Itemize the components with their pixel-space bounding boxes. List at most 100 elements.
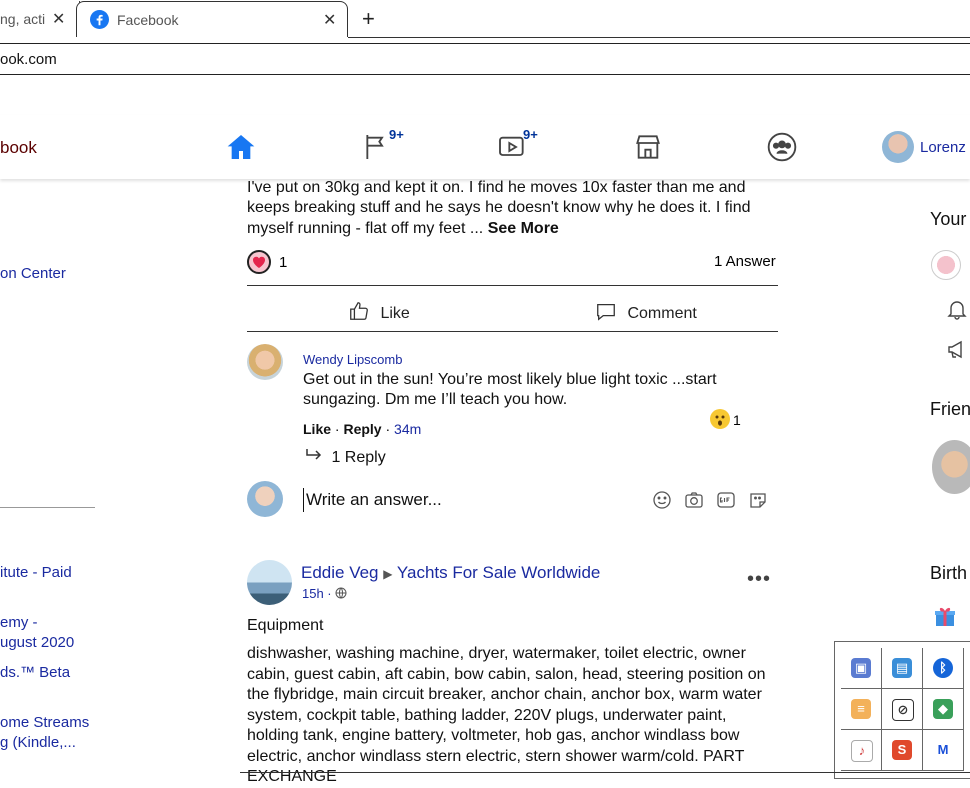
- question-text-line: myself running - flat off my feet ... Se…: [247, 219, 559, 240]
- shield-app-icon[interactable]: ▣: [841, 648, 882, 689]
- comment-label: Comment: [627, 304, 697, 322]
- commenter-avatar[interactable]: [247, 344, 283, 380]
- sticker-icon[interactable]: [748, 490, 768, 515]
- comment-like-link[interactable]: Like: [303, 421, 331, 437]
- answer-input[interactable]: [303, 488, 636, 512]
- commenter-name[interactable]: Wendy Lipscomb: [303, 352, 402, 367]
- separator: ·: [381, 421, 395, 437]
- flag-icon[interactable]: 9+: [362, 127, 404, 168]
- tab-facebook[interactable]: Facebook ✕: [76, 1, 348, 37]
- question-text-line: I've put on 30kg and kept it on. I find …: [247, 179, 746, 196]
- thumbs-up-icon: [348, 300, 370, 327]
- tab-label: ng, acti: [0, 11, 46, 27]
- profile-avatar[interactable]: [882, 131, 914, 163]
- notification-badge: 9+: [389, 127, 404, 142]
- gif-icon[interactable]: [716, 490, 736, 515]
- tray-glyph: ▣: [851, 658, 871, 678]
- emoji-icon[interactable]: [652, 490, 672, 515]
- post-options-icon[interactable]: •••: [747, 568, 771, 591]
- left-shortcut-link[interactable]: ome Streams: [0, 714, 89, 731]
- comment-actions: Like · Reply · 34m: [303, 421, 421, 437]
- reaction-count[interactable]: 1: [279, 254, 287, 271]
- malwarebytes-icon[interactable]: M: [923, 730, 964, 771]
- audio-app-icon[interactable]: ♪: [841, 730, 882, 771]
- tab-strip-divider: [348, 37, 970, 38]
- tray-glyph: ≡: [851, 699, 871, 719]
- left-shortcut-link[interactable]: emy -: [0, 614, 38, 631]
- comment-text: Get out in the sun! You’re most likely b…: [303, 371, 717, 408]
- view-replies-link[interactable]: 1 Reply: [305, 447, 386, 468]
- comment-reply-link[interactable]: Reply: [343, 421, 381, 437]
- left-shortcut-link[interactable]: g (Kindle,...: [0, 734, 76, 751]
- tray-glyph: ⊘: [892, 699, 914, 721]
- gift-icon: [933, 604, 957, 633]
- monitor-app-icon[interactable]: ▤: [882, 648, 923, 689]
- answers-count-link[interactable]: 1 Answer: [714, 253, 776, 270]
- like-button[interactable]: Like: [348, 300, 410, 327]
- post-meta: 15h ·: [302, 586, 347, 602]
- right-section-label: Your: [930, 209, 967, 229]
- post-body: dishwasher, washing machine, dryer, wate…: [247, 645, 766, 785]
- divider: [247, 285, 778, 286]
- globe-icon: [335, 587, 347, 602]
- left-shortcut-link[interactable]: ugust 2020: [0, 634, 74, 651]
- tab-close-icon[interactable]: ✕: [52, 9, 65, 29]
- post-timestamp[interactable]: 15h ·: [302, 586, 335, 601]
- left-shortcut-link[interactable]: ds.™ Beta: [0, 664, 70, 681]
- separator: ·: [331, 421, 344, 437]
- dropbox-icon[interactable]: ≡: [841, 689, 882, 730]
- facebook-favicon-icon: [90, 10, 109, 32]
- left-divider: [0, 507, 95, 508]
- tray-glyph: ◆: [933, 699, 953, 719]
- home-icon[interactable]: [225, 131, 257, 168]
- browser-tab-strip: ng, acti ✕ Facebook ✕ +: [0, 0, 970, 38]
- new-tab-button[interactable]: +: [362, 6, 375, 32]
- heart-reaction-icon: [247, 250, 271, 274]
- network-icon[interactable]: ◆: [923, 689, 964, 730]
- like-label: Like: [380, 304, 410, 322]
- comment-button[interactable]: Comment: [595, 300, 697, 327]
- question-text-line: keeps breaking stuff and he says he does…: [247, 199, 751, 216]
- notification-badge: 9+: [523, 127, 538, 142]
- poster-avatar[interactable]: [247, 560, 292, 605]
- my-avatar[interactable]: [247, 481, 283, 517]
- s-app-icon[interactable]: S: [882, 730, 923, 771]
- comment-timestamp[interactable]: 34m: [394, 421, 421, 437]
- camera-icon[interactable]: [684, 490, 704, 515]
- comment-icon: [595, 300, 617, 327]
- tray-glyph: ▤: [892, 658, 912, 678]
- tray-glyph: M: [933, 740, 953, 760]
- tab-close-icon[interactable]: ✕: [323, 10, 336, 30]
- tab-inactive[interactable]: ng, acti ✕: [0, 1, 80, 37]
- divider: [247, 331, 778, 332]
- marketplace-icon[interactable]: [632, 131, 664, 168]
- url-text[interactable]: ook.com: [0, 51, 57, 68]
- left-shortcut-link[interactable]: on Center: [0, 265, 66, 282]
- address-bar[interactable]: ook.com: [0, 43, 970, 75]
- poster-name[interactable]: Eddie Veg: [301, 563, 379, 582]
- comment-reaction-count[interactable]: 1: [733, 412, 741, 428]
- group-name[interactable]: Yachts For Sale Worldwide: [397, 563, 600, 582]
- post-title: Equipment: [247, 617, 324, 634]
- bell-icon[interactable]: [946, 298, 968, 325]
- triangle-right-icon: ▶: [383, 567, 393, 581]
- groups-icon[interactable]: [766, 131, 798, 168]
- bluetooth-icon[interactable]: ᛒ: [923, 648, 964, 689]
- tab-label: Facebook: [117, 12, 179, 28]
- left-shortcut-link[interactable]: itute - Paid: [0, 564, 72, 581]
- see-more-link[interactable]: See More: [488, 220, 559, 237]
- tray-glyph: ᛒ: [933, 658, 953, 678]
- wow-reaction-icon: [710, 409, 730, 429]
- cloud-off-icon[interactable]: ⊘: [882, 689, 923, 730]
- right-section-label: Birth: [930, 563, 968, 583]
- friend-avatar[interactable]: [932, 440, 970, 494]
- facebook-header: book 9+ 9+ Lorenz: [0, 115, 970, 179]
- profile-name[interactable]: Lorenz: [920, 139, 966, 156]
- right-section-label: Frien: [930, 399, 970, 419]
- watch-icon[interactable]: 9+: [496, 127, 538, 168]
- brand-name[interactable]: book: [0, 138, 37, 158]
- page-avatar[interactable]: [931, 250, 961, 280]
- megaphone-icon[interactable]: [946, 338, 968, 365]
- post-header: Eddie Veg ▶ Yachts For Sale Worldwide: [301, 563, 600, 583]
- reply-arrow-icon: [305, 447, 323, 468]
